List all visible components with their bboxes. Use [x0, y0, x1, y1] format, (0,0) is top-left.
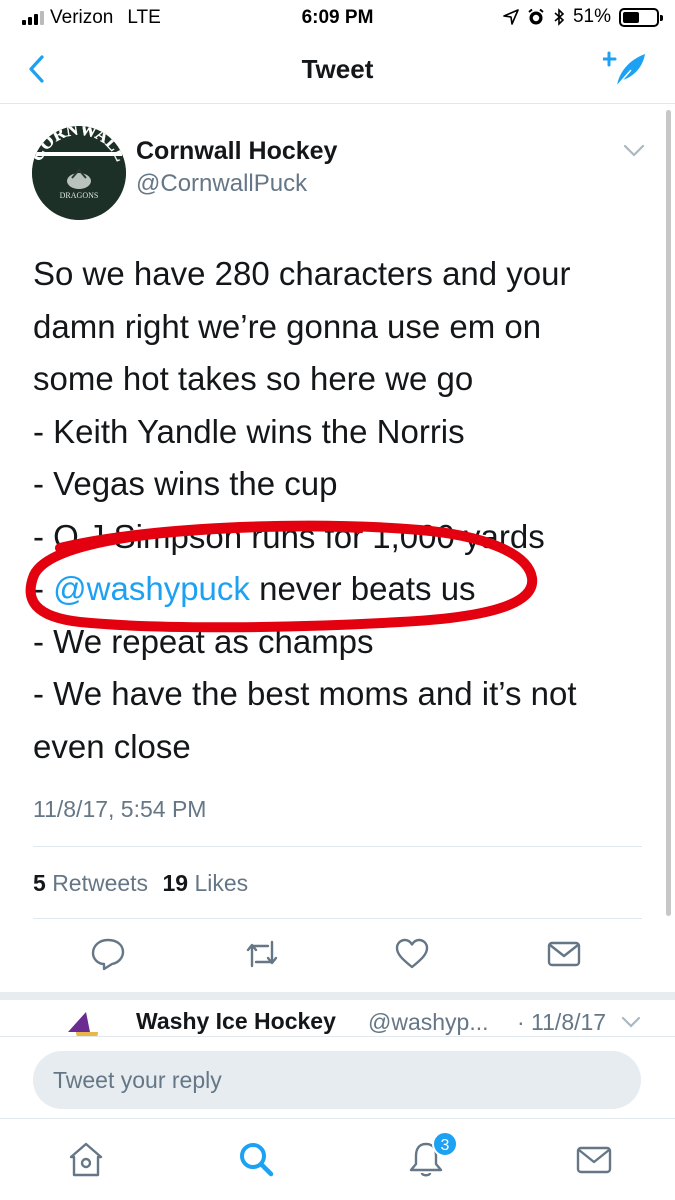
cornwall-logo-icon: CORNWALL DRAGONS	[32, 126, 126, 220]
location-arrow-icon	[503, 9, 519, 25]
status-right: 51%	[503, 6, 663, 28]
reply-bar	[0, 1036, 675, 1118]
divider	[33, 846, 642, 847]
tweet-line: - Keith Yandle wins the Norris	[33, 412, 465, 450]
likes-label[interactable]: Likes	[194, 870, 248, 896]
author-name[interactable]: Cornwall Hockey	[136, 137, 337, 166]
tweet-line: - We have the best moms and it’s not	[33, 675, 577, 712]
compose-tweet-icon[interactable]	[603, 50, 649, 90]
home-icon[interactable]	[66, 1139, 106, 1179]
battery-percent: 51%	[572, 6, 611, 27]
alarm-clock-icon	[528, 8, 544, 25]
battery-fill	[623, 11, 640, 23]
retweets-label[interactable]: Retweets	[52, 870, 148, 896]
reply-preview[interactable]: Washy Ice Hockey @washyp... · 11/8/17	[0, 1000, 675, 1040]
tweet-line-mention: - @washypuck never beats us	[33, 563, 643, 616]
tweet-line: - O.J Simpson runs for 1,000 yards	[33, 517, 545, 555]
bluetooth-icon	[554, 8, 565, 26]
tab-bar: 3	[0, 1118, 675, 1200]
chevron-down-icon[interactable]	[621, 1016, 641, 1029]
tweet-line: some hot takes so here we go	[33, 360, 474, 397]
svg-text:DRAGONS: DRAGONS	[60, 191, 99, 200]
battery-icon	[619, 7, 663, 27]
mention-link[interactable]: @washypuck	[53, 570, 250, 607]
tweet-line: - Vegas wins the cup	[33, 465, 338, 502]
reply-author-handle[interactable]: @washyp...	[368, 1009, 489, 1036]
like-heart-icon[interactable]	[394, 936, 430, 972]
notifications-badge: 3	[432, 1131, 458, 1157]
author-handle[interactable]: @CornwallPuck	[136, 170, 307, 198]
search-icon[interactable]	[236, 1139, 276, 1179]
tweet-stats: 5 Retweets 19 Likes	[33, 870, 248, 897]
tweet-timestamp: 11/8/17, 5:54 PM	[33, 796, 207, 822]
tweet-line: So we have 280 characters and your	[33, 255, 571, 292]
author-avatar[interactable]: CORNWALL DRAGONS	[32, 126, 126, 220]
direct-message-icon[interactable]	[546, 936, 582, 972]
reply-input[interactable]	[33, 1051, 641, 1109]
tweet-text: So we have 280 characters and your damn …	[33, 248, 643, 773]
tweet-line-prefix: -	[33, 570, 54, 607]
retweet-icon[interactable]	[244, 936, 280, 972]
messages-icon[interactable]	[574, 1139, 614, 1179]
tweet-line: damn right we’re gonna use em on	[33, 307, 542, 345]
reply-timestamp: · 11/8/17	[517, 1009, 607, 1035]
status-bar: Verizon LTE 6:09 PM 51%	[0, 0, 675, 36]
divider	[33, 918, 642, 919]
tweet-line: even close	[33, 727, 191, 765]
tweet-line: - We repeat as champs	[33, 622, 374, 660]
chevron-down-icon[interactable]	[623, 144, 645, 158]
scrollbar[interactable]	[666, 110, 671, 916]
mention-line-rest: never beats us	[249, 570, 476, 607]
retweets-count[interactable]: 5	[33, 870, 46, 896]
page-title: Tweet	[301, 54, 374, 84]
reply-icon[interactable]	[90, 936, 126, 972]
reply-author-name[interactable]: Washy Ice Hockey	[136, 1008, 336, 1035]
likes-count[interactable]: 19	[162, 870, 188, 896]
nav-bar: Tweet	[0, 36, 675, 104]
divider	[0, 992, 675, 1000]
